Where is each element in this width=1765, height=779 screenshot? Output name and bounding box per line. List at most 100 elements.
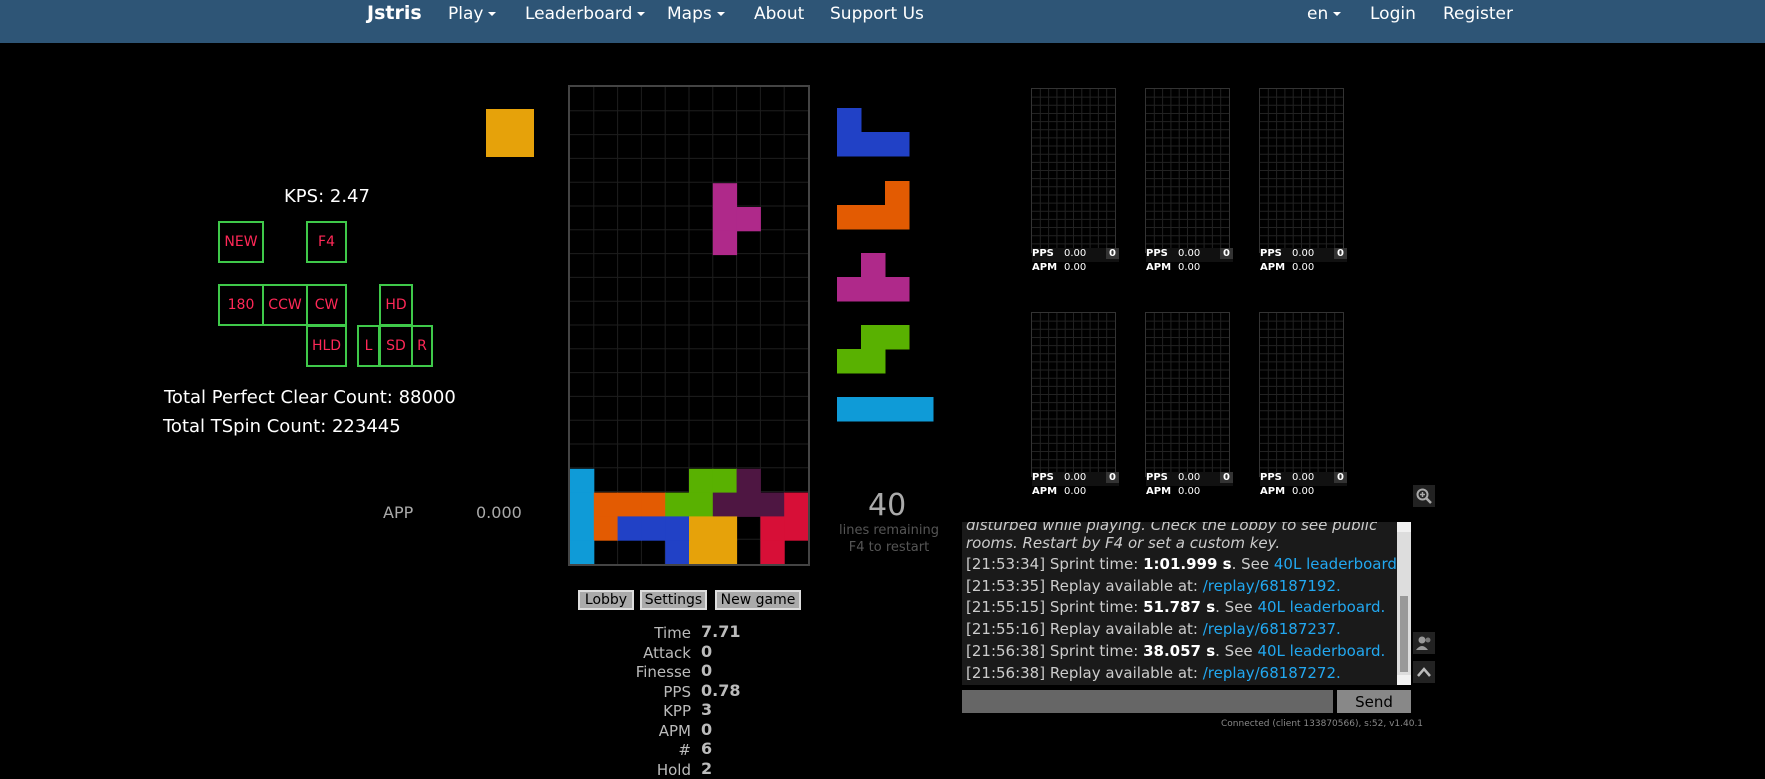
board-cell-O <box>712 516 738 541</box>
nav-register[interactable]: Register <box>1443 4 1513 24</box>
stat-value: 6 <box>701 739 713 758</box>
restart-hint: F4 to restart <box>848 540 930 555</box>
pps-value: 0.00 <box>1064 248 1087 259</box>
queue-piece-I <box>837 397 934 422</box>
nav-leaderboard-label: Leaderboard <box>525 4 633 24</box>
lobby-button[interactable]: Lobby <box>578 590 634 610</box>
stat-value: 0 <box>701 641 713 661</box>
nav-leaderboard[interactable]: Leaderboard <box>525 4 646 24</box>
queue-block <box>837 277 862 302</box>
stat-value: 2 <box>701 758 713 778</box>
queue-block <box>885 181 910 206</box>
key-sd: SD <box>379 325 413 367</box>
key-hld: HLD <box>306 325 347 367</box>
pps-value: 0.00 <box>1178 248 1201 259</box>
chat-timestamp: [21:56:38] <box>966 641 1046 660</box>
new-game-button[interactable]: New game <box>715 590 801 610</box>
connection-status: Connected (client 133870566), s:52, v1.4… <box>1221 719 1424 729</box>
chat-link[interactable]: 40L leaderboard. <box>1257 598 1385 616</box>
board-cell-Z <box>784 492 808 517</box>
stat-label: Time <box>654 624 691 642</box>
apm-value: 0.00 <box>1292 262 1315 273</box>
nav-support-us[interactable]: Support Us <box>830 4 924 24</box>
nav-language-label: en <box>1307 4 1329 24</box>
chat-link[interactable]: /replay/68187192. <box>1203 577 1341 595</box>
opponent-grid <box>1032 313 1115 476</box>
queue-block <box>909 397 934 422</box>
brand-logo[interactable]: Jstris <box>367 2 422 24</box>
nav-play[interactable]: Play <box>448 4 497 24</box>
chat-text: Replay available at: <box>1045 576 1203 595</box>
nav-language[interactable]: en <box>1307 4 1342 24</box>
queue-piece-S <box>837 325 910 374</box>
scroll-up-arrow[interactable] <box>1397 522 1411 532</box>
board-cell-X <box>712 492 738 517</box>
pps-value: 0.00 <box>1178 472 1201 483</box>
chat-message: [21:55:15] Sprint time: 51.787 s. See 40… <box>966 598 1385 616</box>
chat-link[interactable]: 40L leaderboard. <box>1274 555 1402 573</box>
key-hd: HD <box>379 284 413 326</box>
chat-message: [21:56:38] Replay available at: /replay/… <box>966 664 1341 682</box>
opponent-grid <box>1146 89 1229 252</box>
key-right: R <box>411 325 433 367</box>
chat-text: Sprint time: <box>1045 598 1144 617</box>
chat-timestamp: [21:55:16] <box>966 620 1046 639</box>
sprint-time: 38.057 s <box>1143 641 1216 660</box>
stat-value: 3 <box>701 700 713 719</box>
stat-value: 0 <box>701 661 713 680</box>
chat-scrollbar[interactable] <box>1397 522 1411 685</box>
apm-value: 0.00 <box>1178 486 1201 497</box>
opponent-count: 0 <box>1106 472 1119 483</box>
app-label: APP <box>383 503 414 522</box>
key-new: NEW <box>218 221 264 263</box>
apm-value: 0.00 <box>1064 486 1087 497</box>
users-icon[interactable] <box>1413 632 1435 654</box>
opponent-count: 0 <box>1220 248 1233 259</box>
chevron-down-icon <box>488 12 497 16</box>
perfect-clear-count: Total Perfect Clear Count: 88000 <box>164 387 456 408</box>
pps-label: PPS <box>1260 472 1282 483</box>
opponent-count: 0 <box>1106 248 1119 259</box>
chat-timestamp: [21:56:38] <box>966 663 1046 682</box>
chat-input[interactable] <box>962 690 1333 713</box>
queue-block <box>861 277 886 302</box>
chat-link[interactable]: 40L leaderboard. <box>1257 642 1385 660</box>
queue-block <box>885 397 910 422</box>
board-cell-I <box>570 492 595 517</box>
settings-button[interactable]: Settings <box>640 590 707 610</box>
chevron-down-icon <box>637 12 646 16</box>
stat-label: Hold <box>656 760 691 779</box>
scroll-down-arrow[interactable] <box>1397 675 1411 685</box>
apm-label: APM <box>1032 486 1058 497</box>
chat-link[interactable]: /replay/68187272. <box>1203 664 1341 682</box>
opponent-count: 0 <box>1334 472 1347 483</box>
chat-system-line: rooms. Restart by F4 or set a custom key… <box>966 534 1281 552</box>
stat-label: Finesse <box>635 663 691 681</box>
scroll-thumb[interactable] <box>1400 596 1408 672</box>
apm-value: 0.00 <box>1178 262 1201 273</box>
hold-piece-o <box>486 109 534 157</box>
apm-label: APM <box>1260 486 1286 497</box>
opponent-count: 0 <box>1334 248 1347 259</box>
send-button[interactable]: Send <box>1337 690 1411 713</box>
stat-label: # <box>678 741 691 759</box>
board-cell-J <box>641 516 666 541</box>
board-cell-T <box>712 183 738 208</box>
nav-login[interactable]: Login <box>1370 4 1416 24</box>
zoom-icon[interactable] <box>1413 485 1435 507</box>
opponent-stats: PPS 0.00 0 APM 0.00 <box>1032 472 1119 500</box>
chat-log[interactable]: disturbed while playing. Check the Lobby… <box>962 522 1411 685</box>
chat-text: . See <box>1231 555 1274 573</box>
chat-link[interactable]: /replay/68187237. <box>1203 620 1341 638</box>
sprint-time: 1:01.999 s <box>1143 555 1232 573</box>
nav-maps[interactable]: Maps <box>667 4 725 24</box>
queue-block <box>861 132 886 157</box>
pps-label: PPS <box>1146 248 1168 259</box>
app-value: 0.000 <box>476 503 522 522</box>
chevron-up-icon[interactable] <box>1413 661 1435 683</box>
pps-label: PPS <box>1032 472 1054 483</box>
nav-about[interactable]: About <box>754 4 804 24</box>
pps-value: 0.00 <box>1064 472 1087 483</box>
pps-label: PPS <box>1032 248 1054 259</box>
opponent-grid <box>1260 89 1343 252</box>
